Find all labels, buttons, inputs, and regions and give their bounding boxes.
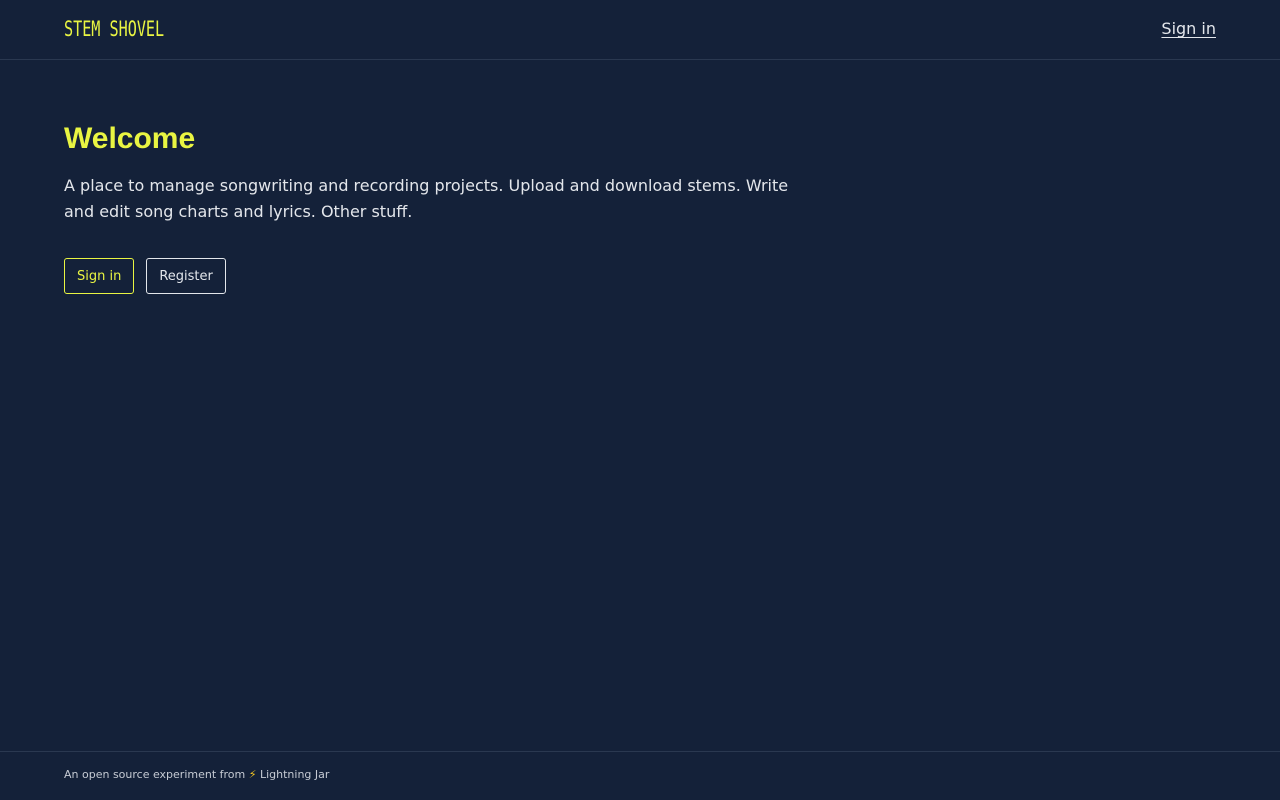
lightning-jar-link[interactable]: Lightning Jar <box>260 768 329 781</box>
footer: An open source experiment from ⚡ Lightni… <box>0 751 1280 800</box>
auth-actions: Sign in Register <box>64 258 804 294</box>
page-title: Welcome <box>64 122 196 155</box>
lightning-bolt-icon: ⚡ <box>248 768 257 781</box>
welcome-description: A place to manage songwriting and record… <box>64 176 789 221</box>
welcome-section: Welcome A place to manage songwriting an… <box>64 120 804 294</box>
page: STEM SHOVEL Sign in Welcome A place to m… <box>0 0 1280 800</box>
register-button[interactable]: Register <box>146 258 226 294</box>
top-navigation-bar: STEM SHOVEL Sign in <box>0 0 1280 60</box>
sign-in-button[interactable]: Sign in <box>64 258 135 294</box>
header-sign-in-link[interactable]: Sign in <box>1161 19 1216 38</box>
app-logo[interactable]: STEM SHOVEL <box>64 17 164 41</box>
footer-text: An open source experiment from <box>64 768 246 781</box>
footer-credit: An open source experiment from ⚡ Lightni… <box>64 768 329 781</box>
